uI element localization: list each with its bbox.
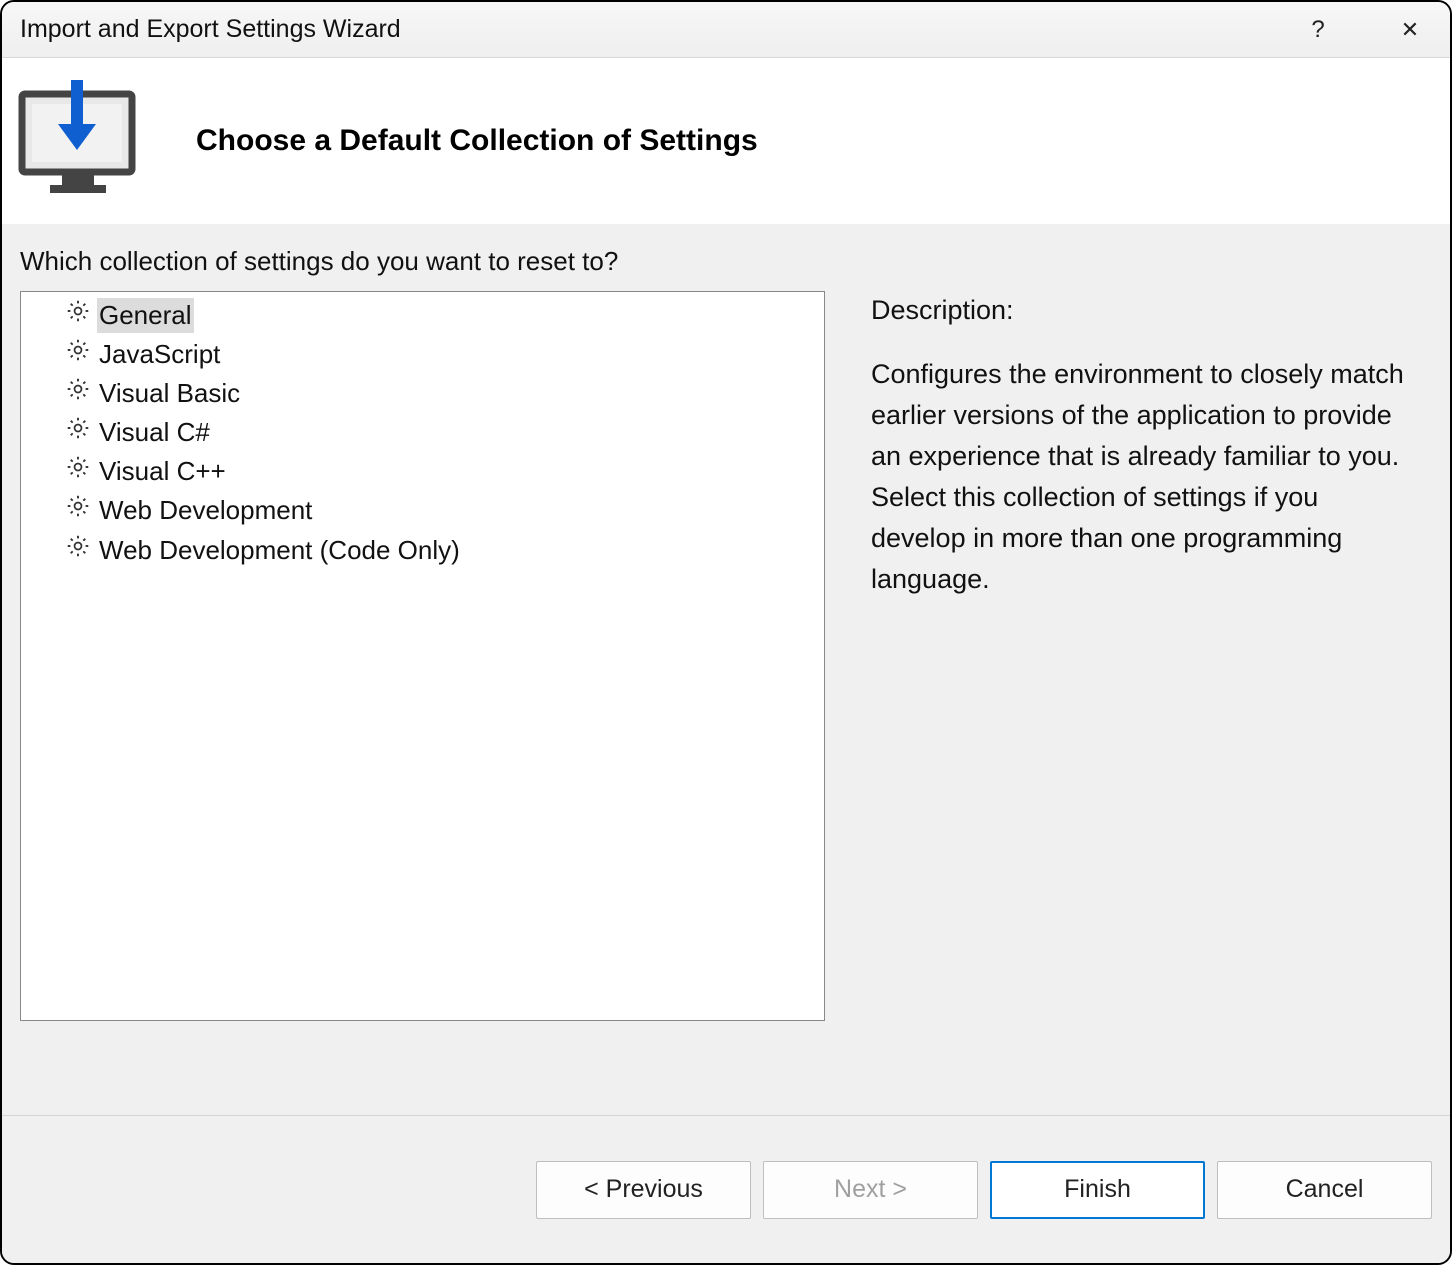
close-button[interactable]: ✕ (1388, 8, 1432, 52)
list-item[interactable]: General (27, 296, 818, 335)
list-item-label: Visual Basic (97, 376, 242, 411)
gear-icon (65, 533, 91, 568)
cancel-button[interactable]: Cancel (1217, 1161, 1432, 1219)
previous-button[interactable]: < Previous (536, 1161, 751, 1219)
window-title: Import and Export Settings Wizard (20, 15, 1296, 44)
list-item-label: Visual C++ (97, 454, 228, 489)
list-item[interactable]: Visual Basic (27, 374, 818, 413)
gear-icon (65, 337, 91, 372)
close-icon: ✕ (1401, 17, 1419, 43)
page-heading: Choose a Default Collection of Settings (196, 124, 758, 158)
settings-listbox[interactable]: General JavaScript Visual Basic Visual C… (20, 291, 825, 1021)
help-icon: ? (1311, 16, 1324, 44)
import-monitor-icon (16, 80, 144, 203)
main-row: General JavaScript Visual Basic Visual C… (20, 291, 1432, 1115)
header-banner: Choose a Default Collection of Settings (2, 58, 1450, 224)
list-item[interactable]: JavaScript (27, 335, 818, 374)
content-area: Which collection of settings do you want… (2, 224, 1450, 1115)
list-item-label: Web Development (Code Only) (97, 533, 462, 568)
list-item-label: Visual C# (97, 415, 212, 450)
list-item[interactable]: Web Development (Code Only) (27, 531, 818, 570)
titlebar: Import and Export Settings Wizard ? ✕ (2, 2, 1450, 58)
list-item[interactable]: Visual C++ (27, 452, 818, 491)
gear-icon (65, 376, 91, 411)
question-label: Which collection of settings do you want… (20, 246, 1432, 277)
list-item-label: General (97, 298, 194, 333)
gear-icon (65, 454, 91, 489)
description-text: Configures the environment to closely ma… (871, 354, 1416, 600)
list-item[interactable]: Visual C# (27, 413, 818, 452)
footer: < Previous Next > Finish Cancel (2, 1115, 1450, 1263)
finish-button[interactable]: Finish (990, 1161, 1205, 1219)
list-item-label: Web Development (97, 493, 314, 528)
wizard-window: Import and Export Settings Wizard ? ✕ (0, 0, 1452, 1265)
help-button[interactable]: ? (1296, 8, 1340, 52)
description-heading: Description: (871, 295, 1416, 326)
next-button[interactable]: Next > (763, 1161, 978, 1219)
description-panel: Description: Configures the environment … (871, 291, 1432, 1115)
gear-icon (65, 298, 91, 333)
gear-icon (65, 415, 91, 450)
list-item-label: JavaScript (97, 337, 222, 372)
gear-icon (65, 493, 91, 528)
list-item[interactable]: Web Development (27, 491, 818, 530)
